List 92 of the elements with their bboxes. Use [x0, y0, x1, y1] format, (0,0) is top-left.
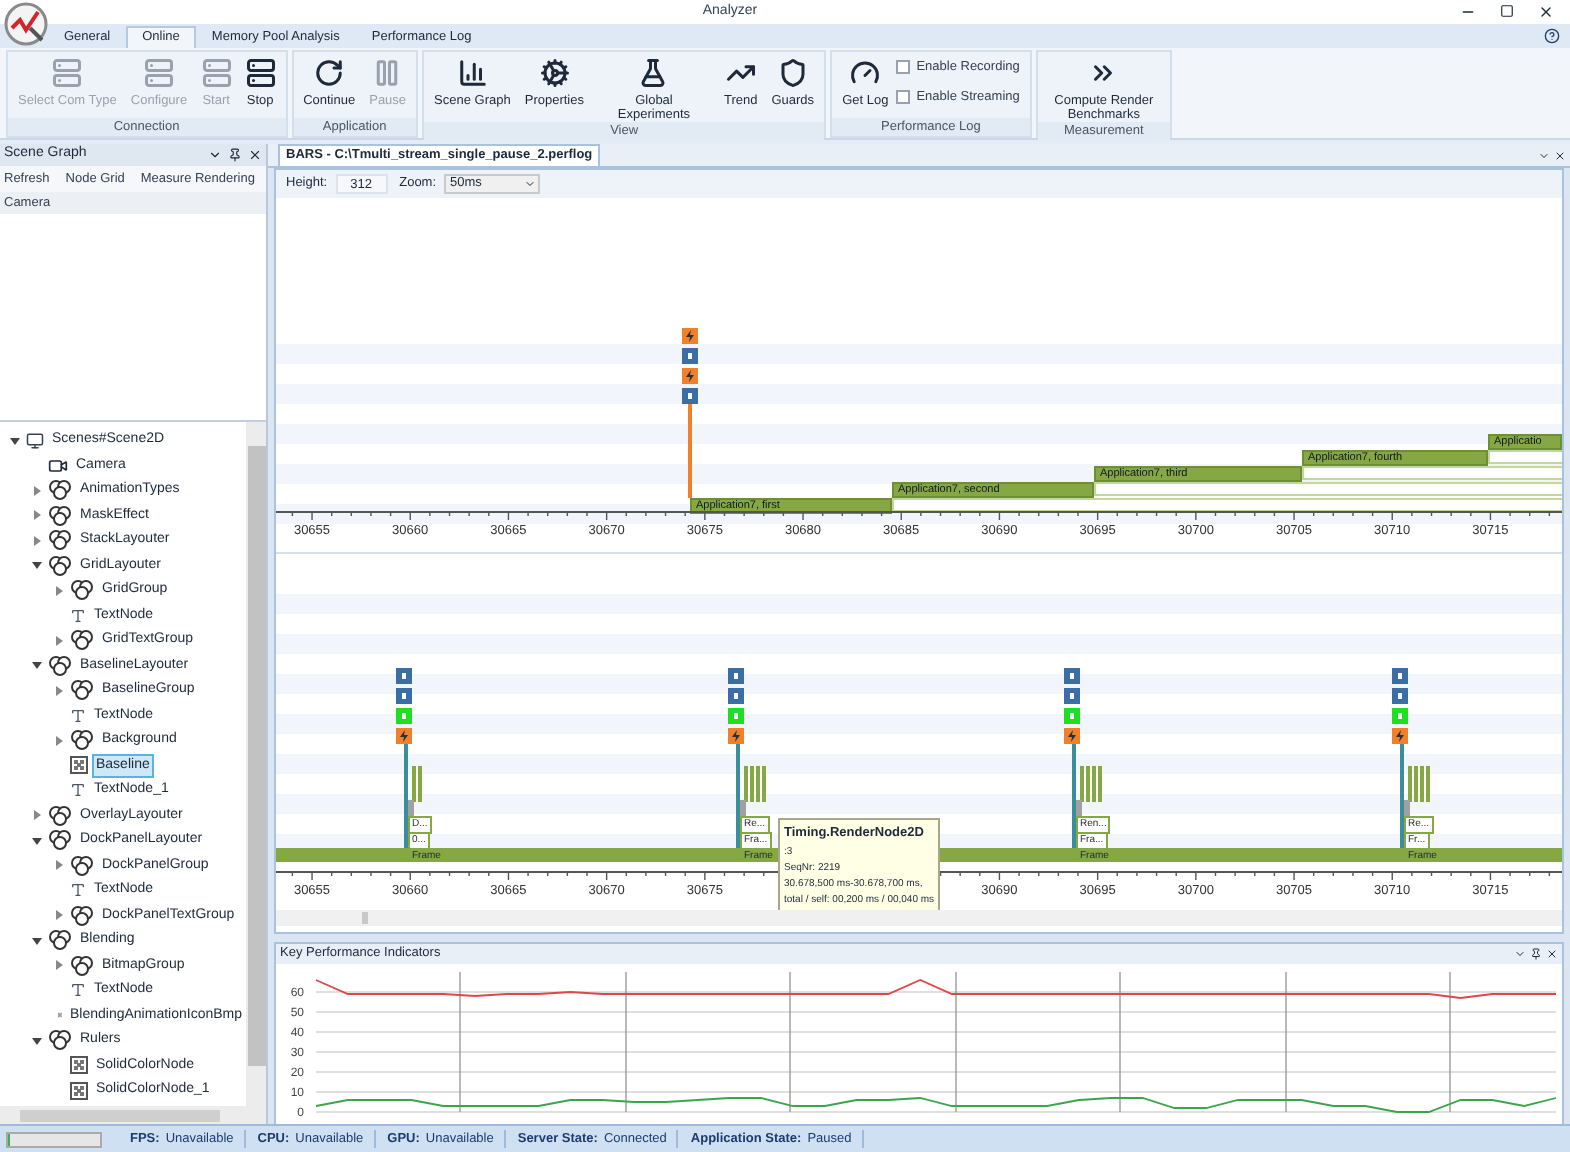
- maximize-icon[interactable]: [1500, 4, 1514, 18]
- expand-caret-icon[interactable]: [31, 510, 41, 521]
- expand-caret-icon[interactable]: [53, 635, 63, 646]
- collapse-caret-icon[interactable]: [31, 1035, 41, 1046]
- close-icon[interactable]: [1554, 150, 1566, 162]
- text-icon: [70, 607, 86, 624]
- expand-caret-icon[interactable]: [31, 535, 41, 546]
- node-group-icon: [70, 630, 94, 651]
- text-icon: [70, 982, 86, 999]
- monitor-icon: [26, 431, 44, 450]
- text-icon: [70, 782, 86, 799]
- node-group-icon: [70, 855, 94, 876]
- node-group-icon: [48, 830, 72, 851]
- logo-icon[interactable]: [4, 2, 48, 46]
- node-group-icon: [48, 930, 72, 951]
- collapse-caret-icon[interactable]: [31, 835, 41, 846]
- pause-icon: [372, 58, 403, 88]
- marker-icon[interactable]: [1392, 688, 1408, 704]
- node-group-icon: [48, 480, 72, 501]
- server-icon: [201, 58, 232, 88]
- text-icon: [70, 707, 86, 724]
- node-group-icon: [70, 955, 94, 976]
- marker-icon[interactable]: [682, 388, 698, 404]
- node-group-icon: [48, 505, 72, 526]
- expand-caret-icon[interactable]: [53, 960, 63, 971]
- expand-caret-icon[interactable]: [53, 685, 63, 696]
- collapse-caret-icon[interactable]: [31, 935, 41, 946]
- flask-icon: [638, 58, 669, 88]
- server-icon: [52, 58, 83, 88]
- bar-chart-icon: [457, 58, 488, 88]
- node-group-icon: [70, 905, 94, 926]
- lightning-icon[interactable]: [1064, 728, 1080, 744]
- vertical-scrollbar[interactable]: [246, 422, 266, 1106]
- expand-caret-icon[interactable]: [53, 860, 63, 871]
- marker-icon[interactable]: [682, 348, 698, 364]
- pin-icon[interactable]: [228, 148, 242, 162]
- marker-icon[interactable]: [396, 708, 412, 724]
- lightning-icon[interactable]: [1392, 728, 1408, 744]
- node-group-icon: [70, 580, 94, 601]
- node-group-icon: [70, 680, 94, 701]
- marker-icon[interactable]: [1392, 708, 1408, 724]
- dropdown-icon[interactable]: [208, 148, 222, 162]
- bar-cluster-drawing: [740, 766, 766, 816]
- marker-icon[interactable]: [728, 668, 744, 684]
- server-icon: [245, 58, 276, 88]
- node-group-icon: [48, 805, 72, 826]
- bar-cluster-drawing: [1404, 766, 1430, 816]
- lightning-icon[interactable]: [682, 328, 698, 344]
- expand-caret-icon[interactable]: [53, 735, 63, 746]
- text-icon: [70, 882, 86, 899]
- checker-icon: [70, 1081, 88, 1100]
- marker-icon[interactable]: [396, 668, 412, 684]
- close-icon[interactable]: [248, 148, 262, 162]
- expand-caret-icon[interactable]: [53, 585, 63, 596]
- marker-icon[interactable]: [1392, 668, 1408, 684]
- close-icon[interactable]: [1538, 4, 1554, 20]
- marker-icon[interactable]: [728, 708, 744, 724]
- marker-icon[interactable]: [1064, 708, 1080, 724]
- bar-cluster-drawing: [408, 766, 422, 816]
- collapse-caret-icon[interactable]: [31, 560, 41, 571]
- help-icon[interactable]: [1544, 28, 1560, 44]
- marker-icon[interactable]: [1064, 688, 1080, 704]
- close-icon[interactable]: [1546, 947, 1558, 960]
- gauge-icon: [850, 58, 881, 88]
- marker-icon[interactable]: [1064, 668, 1080, 684]
- checker-icon: [70, 1056, 88, 1075]
- horizontal-scrollbar[interactable]: [0, 1106, 266, 1124]
- expand-caret-icon[interactable]: [31, 810, 41, 821]
- shield-icon: [777, 58, 808, 88]
- camera-icon: [48, 455, 68, 476]
- lightning-icon[interactable]: [682, 368, 698, 384]
- expand-caret-icon[interactable]: [53, 910, 63, 921]
- bar-cluster-drawing: [1076, 766, 1102, 816]
- lightning-icon[interactable]: [728, 728, 744, 744]
- dropdown-icon: [524, 178, 537, 190]
- collapse-caret-icon[interactable]: [31, 660, 41, 671]
- collapse-caret-icon[interactable]: [9, 435, 19, 446]
- lightning-icon[interactable]: [396, 728, 412, 744]
- gears-icon: [539, 58, 570, 88]
- node-group-icon: [48, 655, 72, 676]
- node-group-icon: [70, 730, 94, 751]
- server-icon: [143, 58, 174, 88]
- pin-icon[interactable]: [1530, 947, 1542, 960]
- horizontal-scrollbar[interactable]: [276, 910, 1562, 926]
- node-group-icon: [48, 555, 72, 576]
- marker-icon[interactable]: [728, 688, 744, 704]
- node-group-icon: [48, 530, 72, 551]
- refresh-icon: [314, 58, 345, 88]
- expand-caret-icon[interactable]: [31, 485, 41, 496]
- node-group-icon: [48, 1030, 72, 1051]
- checker-icon: [70, 756, 88, 775]
- marker-icon[interactable]: [396, 688, 412, 704]
